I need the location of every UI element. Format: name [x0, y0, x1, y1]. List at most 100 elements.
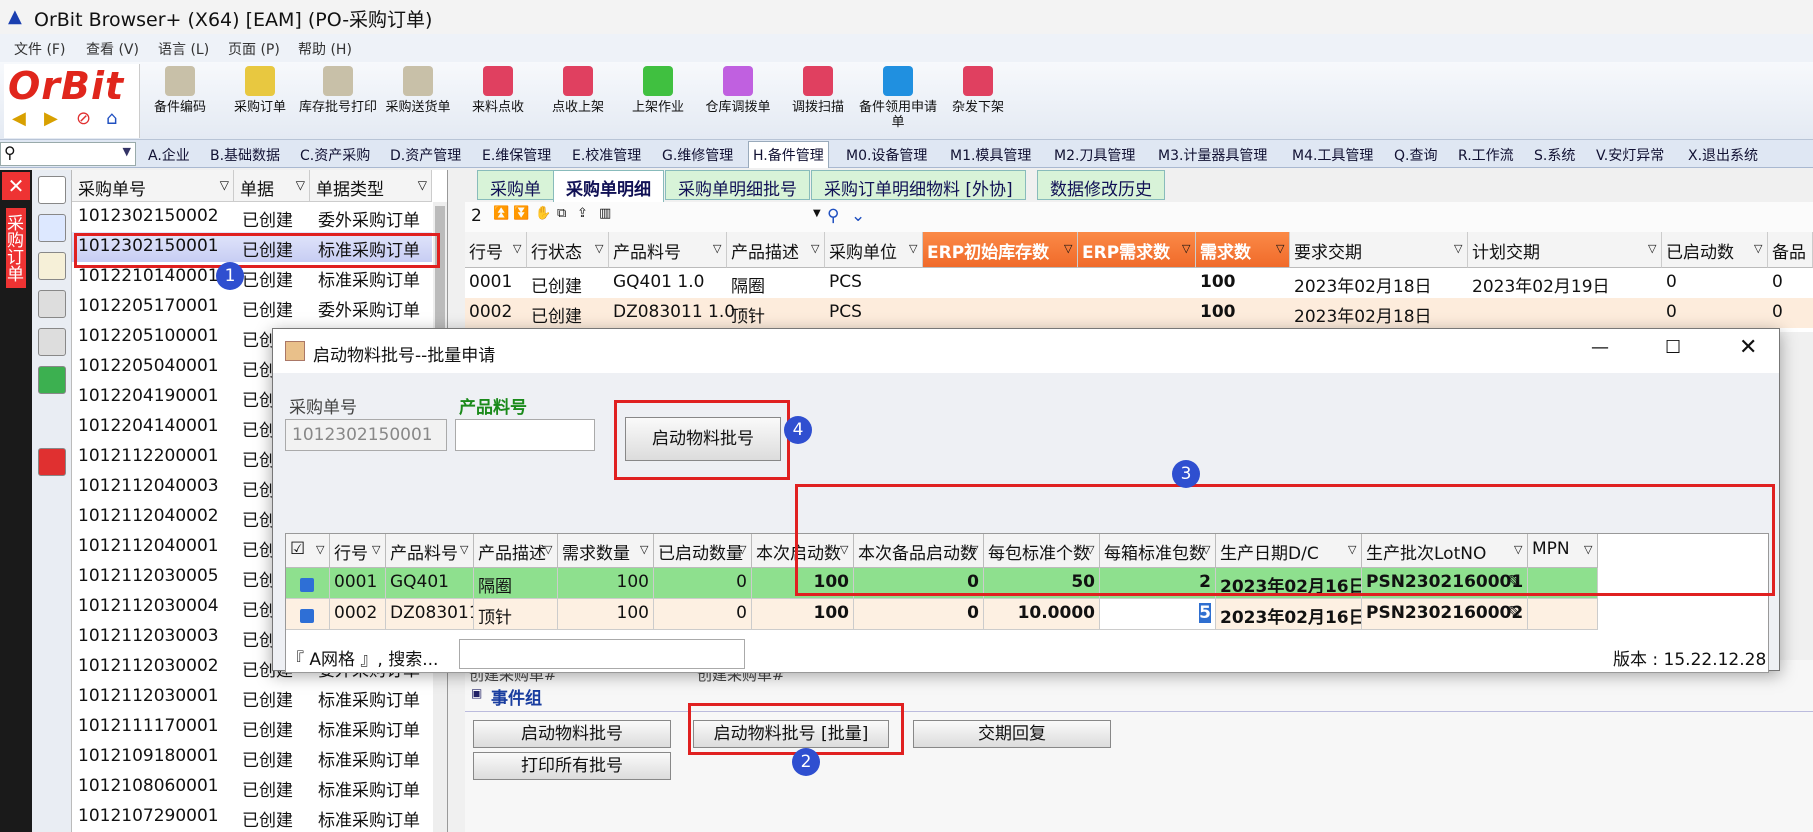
filter-icon[interactable]: ▽ — [1086, 543, 1094, 556]
toolbar-receiving[interactable]: 来料点收 — [458, 66, 538, 115]
module-e2[interactable]: E.校准管理 — [572, 145, 641, 165]
forward-arrow-icon[interactable]: ▶ — [44, 108, 58, 129]
grid-column-header[interactable]: 备品 — [1768, 232, 1813, 268]
filter-icon[interactable]: ▽ — [1514, 543, 1522, 556]
toolbar-spare-request[interactable]: 备件领用申请单 — [858, 66, 938, 130]
module-c[interactable]: C.资产采购 — [300, 145, 370, 165]
filter-icon[interactable]: ▽ — [1648, 242, 1656, 255]
dialog-cell[interactable]: 2023年02月16日 — [1216, 599, 1362, 630]
row-checkbox[interactable] — [300, 609, 314, 623]
module-m4[interactable]: M4.工具管理 — [1292, 145, 1373, 165]
row-checkbox-cell[interactable] — [286, 599, 330, 630]
filter-icon[interactable]: ▽ — [811, 242, 819, 255]
filter-icon[interactable]: ▽ — [316, 543, 324, 556]
module-m3[interactable]: M3.计量器具管理 — [1158, 145, 1267, 165]
filter-icon[interactable]: ▽ — [296, 178, 305, 192]
home-icon[interactable]: ⌂ — [106, 108, 117, 129]
toolbar-delivery-note[interactable]: 采购送货单 — [378, 66, 458, 115]
copy-icon[interactable] — [38, 214, 66, 242]
pencil-icon[interactable] — [38, 252, 66, 280]
filter-icon[interactable]: ▽ — [220, 178, 229, 192]
excel-icon[interactable] — [38, 366, 66, 394]
module-e1[interactable]: E.维保管理 — [482, 145, 551, 165]
chevron-down-icon[interactable]: ▼ — [813, 208, 821, 219]
grid-column-header[interactable]: 计划交期 — [1468, 232, 1662, 268]
menu-page[interactable]: 页面 (P) — [228, 39, 280, 59]
toolbar-transfer-scan[interactable]: 调拨扫描 — [778, 66, 858, 115]
menu-view[interactable]: 查看 (V) — [86, 39, 139, 59]
tab-purchase-order[interactable]: 采购单 — [477, 170, 554, 200]
module-q[interactable]: Q.查询 — [1394, 145, 1437, 165]
filter-icon[interactable]: ▽ — [640, 543, 648, 556]
module-h[interactable]: H.备件管理 — [748, 141, 829, 168]
part-number-input[interactable] — [455, 419, 595, 451]
column-header-po-number[interactable]: 采购单号 ▽ — [72, 170, 234, 202]
toolbar-purchase-order[interactable]: 采购订单 — [220, 66, 300, 115]
dialog-cell[interactable]: 100 — [752, 599, 854, 630]
module-x[interactable]: X.退出系统 — [1688, 145, 1758, 165]
first-record-icon[interactable]: ⏫ — [493, 206, 509, 221]
toolbar-putaway[interactable]: 上架作业 — [618, 66, 698, 115]
list-item[interactable]: 1012205170001 已创建 委外采购订单 — [72, 292, 432, 322]
back-arrow-icon[interactable]: ◀ — [12, 108, 26, 129]
grid-search-input[interactable] — [459, 639, 745, 669]
list-item[interactable]: 1012107290001 已创建 标准采购订单 — [72, 802, 432, 832]
list-item[interactable]: 1012109180001 已创建 标准采购订单 — [72, 742, 432, 772]
zoom-icon[interactable]: ⚲ — [827, 206, 839, 226]
toolbar-shelving[interactable]: 点收上架 — [538, 66, 618, 115]
module-b[interactable]: B.基础数据 — [210, 145, 280, 165]
chevron-down-icon[interactable]: ▼ — [123, 145, 131, 158]
filter-icon[interactable]: ▽ — [713, 242, 721, 255]
filter-icon[interactable]: ▽ — [840, 543, 848, 556]
picker-icon[interactable]: ✎ — [1507, 603, 1521, 623]
toolbar-batch-print[interactable]: 库存批号打印 — [298, 66, 378, 115]
menu-language[interactable]: 语言 (L) — [158, 39, 209, 59]
dialog-cell[interactable]: PSN2302160002 ✎ — [1362, 599, 1528, 630]
filter-icon[interactable]: ▽ — [460, 543, 468, 556]
filter-icon[interactable]: ▽ — [970, 543, 978, 556]
hand-icon[interactable]: ✋ — [535, 206, 551, 221]
eraser-icon[interactable] — [38, 290, 66, 318]
tab-detail-material[interactable]: 采购订单明细物料 [外协] — [811, 170, 1026, 200]
close-icon[interactable]: ✕ — [2, 172, 30, 200]
tab-purchase-order-detail[interactable]: 采购单明细 — [553, 170, 664, 202]
filter-icon[interactable]: ▽ — [1348, 543, 1356, 556]
module-s[interactable]: S.系统 — [1534, 145, 1575, 165]
sign-icon[interactable] — [38, 328, 66, 356]
collapse-icon[interactable]: ▣ — [471, 686, 482, 700]
menu-help[interactable]: 帮助 (H) — [298, 39, 352, 59]
list-item[interactable]: 1012112030001 已创建 标准采购订单 — [72, 682, 432, 712]
list-item[interactable]: 1012111170001 已创建 标准采购订单 — [72, 712, 432, 742]
filter-icon[interactable]: ▽ — [372, 543, 380, 556]
column-header-status[interactable]: 单据 ▽ — [234, 170, 310, 202]
filter-icon[interactable]: ▽ — [1454, 242, 1462, 255]
grid-column-header[interactable]: 要求交期 — [1290, 232, 1468, 268]
minimize-icon[interactable]: — — [1591, 337, 1609, 358]
row-checkbox[interactable] — [300, 578, 314, 592]
row-checkbox-cell[interactable] — [286, 568, 330, 599]
module-m1[interactable]: M1.模具管理 — [950, 145, 1031, 165]
checkbox-all[interactable]: ☑ — [290, 539, 305, 559]
expand-icon[interactable]: ⌄ — [851, 206, 865, 226]
filter-icon[interactable]: ▽ — [1754, 242, 1762, 255]
tab-detail-batch[interactable]: 采购单明细批号 — [665, 170, 810, 200]
module-r[interactable]: R.工作流 — [1458, 145, 1514, 165]
filter-icon[interactable]: ▽ — [418, 178, 427, 192]
grid-column-header[interactable]: 产品料号 — [609, 232, 727, 268]
dialog-cell[interactable]: 0 — [854, 599, 984, 630]
module-m2[interactable]: M2.刀具管理 — [1054, 145, 1135, 165]
dialog-cell[interactable] — [1528, 599, 1598, 630]
module-search-input[interactable]: ⚲ ▼ — [0, 142, 136, 166]
filter-icon[interactable]: ▽ — [595, 242, 603, 255]
filter-icon[interactable]: ▽ — [1276, 242, 1284, 255]
toolbar-misc-issue[interactable]: 杂发下架 — [938, 66, 1018, 115]
filter-icon[interactable]: ▽ — [1584, 543, 1592, 556]
module-a[interactable]: A.企业 — [148, 145, 190, 165]
filter-icon[interactable]: ▽ — [513, 242, 521, 255]
document-icon[interactable] — [38, 176, 66, 204]
toolbar-spare-code[interactable]: 备件编码 — [140, 66, 220, 115]
dialog-cell[interactable]: 5 — [1100, 599, 1216, 630]
filter-icon[interactable]: ▽ — [738, 543, 746, 556]
stop-icon[interactable]: ⊘ — [76, 108, 91, 129]
grid-column-header[interactable]: ERP初始库存数 — [923, 232, 1078, 268]
